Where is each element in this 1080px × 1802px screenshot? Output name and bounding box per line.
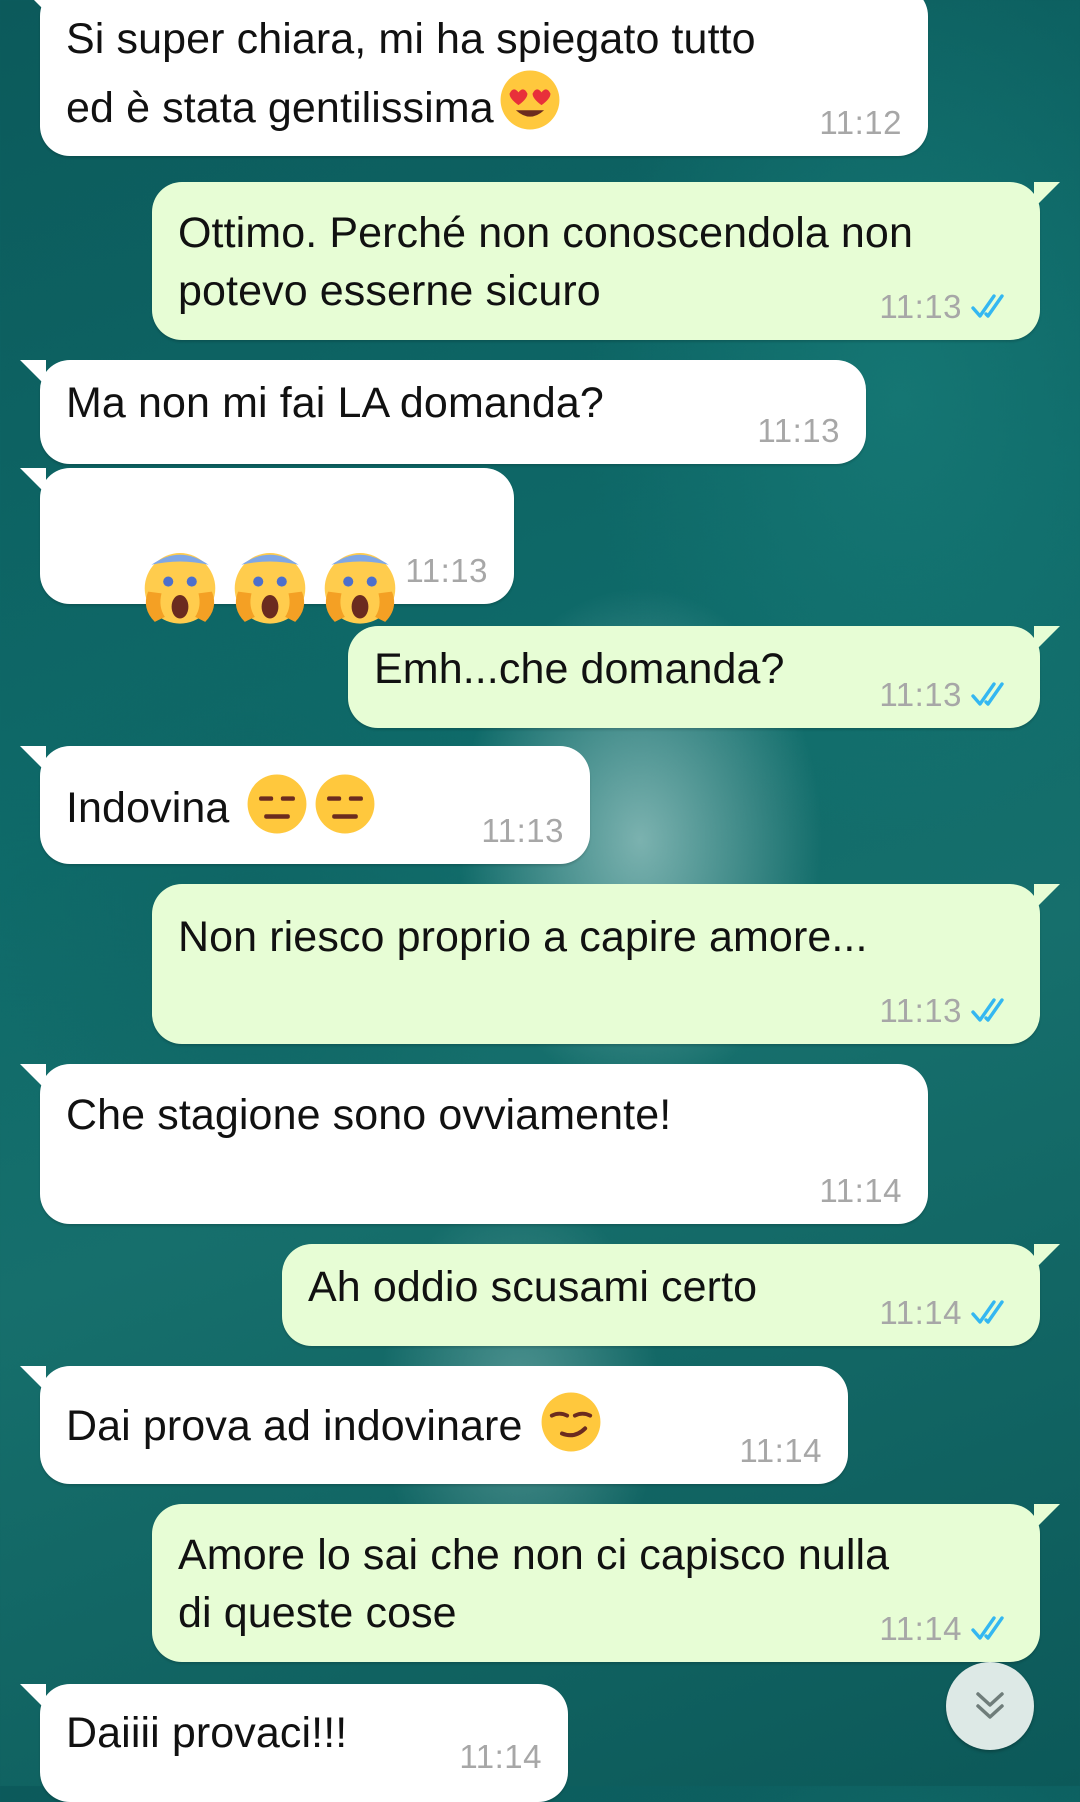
screaming-face-emoji <box>235 553 306 624</box>
message-meta: 11:12 <box>819 104 902 142</box>
message-time: 11:14 <box>819 1172 902 1209</box>
message-time: 11:13 <box>481 812 564 849</box>
message-bubble-incoming[interactable]: Si super chiara, mi ha spiegato tutto ed… <box>20 0 928 156</box>
expressionless-face-emoji <box>315 774 375 834</box>
message-meta: 11:13 <box>481 812 564 850</box>
message-meta: 11:14 <box>879 1610 1014 1648</box>
message-bubble-outgoing[interactable]: Emh...che domanda? 11:13 <box>348 626 1060 728</box>
message-bubble-outgoing[interactable]: Non riesco proprio a capire amore... 11:… <box>152 884 1060 1044</box>
message-time: 11:13 <box>879 288 962 325</box>
message-bubble-incoming[interactable]: Daiiii provaci!!! 11:14 <box>20 1684 568 1802</box>
double-check-icon <box>971 682 1004 706</box>
message-time: 11:13 <box>879 676 962 713</box>
message-time: 11:12 <box>819 104 902 141</box>
message-meta: 11:14 <box>879 1294 1014 1332</box>
message-time: 11:14 <box>879 1294 962 1331</box>
expressionless-face-emoji <box>247 774 307 834</box>
message-text: Emh...che domanda? <box>374 645 785 693</box>
screaming-face-emoji <box>325 553 396 624</box>
message-meta: 11:13 <box>757 412 840 450</box>
double-check-icon <box>971 294 1004 318</box>
double-check-icon <box>971 1616 1004 1640</box>
message-text: Si super chiara, mi ha spiegato tutto ed… <box>66 15 756 132</box>
message-meta: 11:14 <box>459 1738 542 1776</box>
message-meta: 11:13 <box>879 288 1014 326</box>
message-time: 11:13 <box>405 552 488 589</box>
double-check-icon <box>971 998 1004 1022</box>
message-meta: 11:13 <box>405 552 488 590</box>
chat-area[interactable]: Si super chiara, mi ha spiegato tutto ed… <box>0 0 1080 1802</box>
double-check-icon <box>971 1300 1004 1324</box>
message-bubble-outgoing[interactable]: Ah oddio scusami certo 11:14 <box>282 1244 1060 1346</box>
message-text: Ah oddio scusami certo <box>308 1263 758 1311</box>
message-text: Che stagione sono ovviamente! <box>66 1091 672 1139</box>
message-text: Ottimo. Perché non conoscendola non pote… <box>178 209 913 315</box>
message-text: Daiiii provaci!!! <box>66 1709 348 1757</box>
message-bubble-outgoing[interactable]: Amore lo sai che non ci capisco nulla di… <box>152 1504 1060 1662</box>
message-meta: 11:14 <box>739 1432 822 1470</box>
double-chevron-down-icon <box>976 1692 1004 1719</box>
message-bubble-incoming[interactable]: Indovina 11:13 <box>20 746 590 864</box>
message-text: Dai prova ad indovinare <box>66 1390 603 1455</box>
message-text: Ma non mi fai LA domanda? <box>66 379 604 427</box>
screaming-face-emoji <box>145 553 216 624</box>
scroll-to-bottom-button[interactable] <box>946 1662 1034 1750</box>
message-text: Non riesco proprio a capire amore... <box>178 913 868 961</box>
message-text: Amore lo sai che non ci capisco nulla di… <box>178 1531 890 1637</box>
heart-eyes-emoji <box>500 70 560 130</box>
message-bubble-incoming[interactable]: Che stagione sono ovviamente! 11:14 <box>20 1064 928 1224</box>
message-time: 11:13 <box>757 412 840 449</box>
message-time: 11:13 <box>879 992 962 1029</box>
message-time: 11:14 <box>879 1610 962 1647</box>
message-bubble-outgoing[interactable]: Ottimo. Perché non conoscendola non pote… <box>152 182 1060 340</box>
message-meta: 11:14 <box>819 1172 902 1210</box>
message-bubble-incoming[interactable]: Dai prova ad indovinare 11:14 <box>20 1366 848 1484</box>
message-bubble-incoming[interactable]: 11:13 <box>20 468 514 624</box>
message-meta: 11:13 <box>879 676 1014 714</box>
message-bubble-incoming[interactable]: Ma non mi fai LA domanda? 11:13 <box>20 360 866 464</box>
message-time: 11:14 <box>459 1738 542 1775</box>
message-time: 11:14 <box>739 1432 822 1469</box>
message-meta: 11:13 <box>879 992 1014 1030</box>
smirking-face-emoji <box>541 1392 600 1452</box>
message-text: Indovina <box>66 772 377 837</box>
